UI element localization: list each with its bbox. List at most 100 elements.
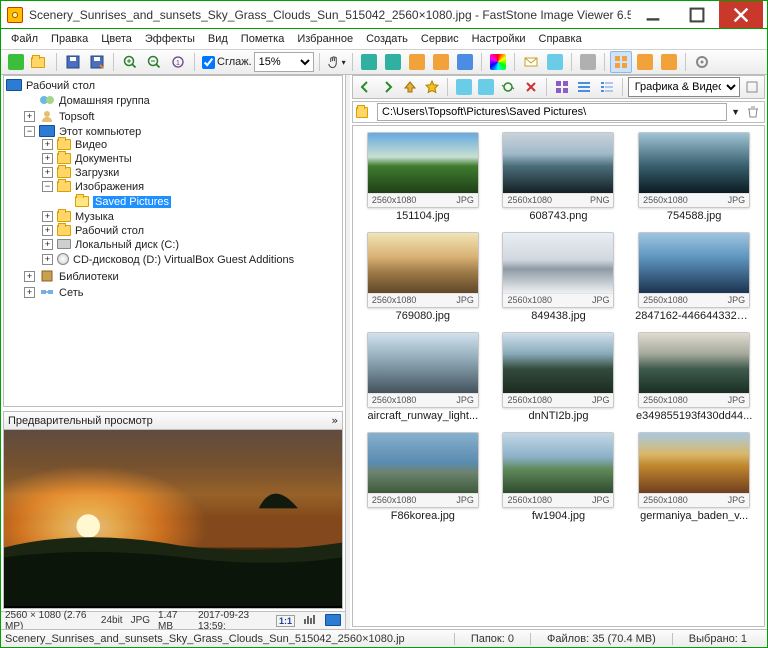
thumb-res: 2560x1080 [507, 395, 552, 405]
save-icon[interactable] [62, 51, 84, 73]
thumb-item[interactable]: 2560x1080JPG151104.jpg [359, 132, 487, 222]
menu-справка[interactable]: Справка [533, 31, 588, 47]
preview-image[interactable] [3, 429, 343, 609]
filter-settings-icon[interactable] [742, 76, 762, 98]
thumb-item[interactable]: 2560x1080JPGe349855193f430dd44... [630, 332, 758, 422]
folder-tree[interactable]: Рабочий стол Домашняя группа +Topsoft −Э… [3, 75, 343, 407]
address-input[interactable] [377, 103, 727, 121]
status-histogram-icon[interactable] [303, 613, 317, 628]
minimize-button[interactable] [631, 1, 675, 28]
thumb-item[interactable]: 2560x1080JPGfw1904.jpg [495, 432, 623, 522]
maximize-button[interactable] [675, 1, 719, 28]
save-as-icon[interactable] [86, 51, 108, 73]
tree-downloads[interactable]: Загрузки [75, 167, 119, 179]
view-full-icon[interactable] [634, 51, 656, 73]
view-list-icon[interactable] [574, 76, 594, 98]
menu-настройки[interactable]: Настройки [466, 31, 532, 47]
thumb-fmt: JPG [456, 495, 474, 505]
tree-drive-d[interactable]: CD-дисковод (D:) VirtualBox Guest Additi… [73, 254, 294, 266]
tree-drive-c[interactable]: Локальный диск (C:) [75, 239, 179, 251]
thumb-item[interactable]: 2560x1080PNG608743.png [495, 132, 623, 222]
slideshow-icon[interactable] [544, 51, 566, 73]
thumb-fmt: JPG [728, 295, 746, 305]
view-detail-icon[interactable] [596, 76, 616, 98]
thumb-item[interactable]: 2560x1080JPGdnNTI2b.jpg [495, 332, 623, 422]
tree-desktop2[interactable]: Рабочий стол [75, 225, 144, 237]
menu-эффекты[interactable]: Эффекты [139, 31, 201, 47]
smooth-checkbox[interactable]: Сглаж. [202, 56, 252, 69]
status-zoom-1to1[interactable]: 1:1 [276, 615, 295, 627]
view-grid-icon[interactable] [552, 76, 572, 98]
delete-icon[interactable] [520, 76, 540, 98]
thumb-res: 2560x1080 [507, 195, 552, 205]
main-toolbar: 1 Сглаж. 15% ▾ [1, 49, 767, 75]
rotate-right-icon[interactable] [382, 51, 404, 73]
thumb-fmt: JPG [728, 395, 746, 405]
canvas-icon[interactable] [454, 51, 476, 73]
folder-icon[interactable] [355, 103, 373, 121]
rotate-left-icon[interactable] [358, 51, 380, 73]
filter-combo[interactable]: Графика & Видео [628, 77, 740, 97]
status-format: JPG [131, 615, 150, 626]
thumb-item[interactable]: 2560x1080JPG2847162-44664433226... [630, 232, 758, 322]
crop-icon[interactable] [430, 51, 452, 73]
menu-вид[interactable]: Вид [202, 31, 234, 47]
status-screen-icon[interactable] [325, 614, 341, 627]
menu-пометка[interactable]: Пометка [235, 31, 291, 47]
tree-desktop[interactable]: Рабочий стол [26, 80, 95, 92]
close-button[interactable] [719, 1, 763, 28]
zoom-out-icon[interactable] [143, 51, 165, 73]
nav-fwd-icon[interactable] [377, 76, 397, 98]
refresh-icon[interactable] [498, 76, 518, 98]
menu-избранное[interactable]: Избранное [291, 31, 359, 47]
zoom-actual-icon[interactable]: 1 [167, 51, 189, 73]
tree-videos[interactable]: Видео [75, 139, 107, 151]
compare-icon[interactable] [577, 51, 599, 73]
tree-this-pc[interactable]: Этот компьютер [59, 126, 141, 138]
thumb-item[interactable]: 2560x1080JPG769080.jpg [359, 232, 487, 322]
footer-selected: Выбрано: 1 [672, 633, 763, 645]
tree-saved-pictures[interactable]: Saved Pictures [93, 196, 171, 208]
thumb-item[interactable]: 2560x1080JPGF86korea.jpg [359, 432, 487, 522]
settings-icon[interactable] [691, 51, 713, 73]
menu-сервис[interactable]: Сервис [415, 31, 465, 47]
acquire-icon[interactable] [5, 51, 27, 73]
thumb-item[interactable]: 2560x1080JPGgermaniya_baden_v... [630, 432, 758, 522]
menu-файл[interactable]: Файл [5, 31, 44, 47]
thumb-item[interactable]: 2560x1080JPG754588.jpg [630, 132, 758, 222]
trash-icon[interactable] [744, 103, 762, 121]
menu-цвета[interactable]: Цвета [95, 31, 138, 47]
nav-up-icon[interactable] [400, 76, 420, 98]
preview-expand-icon[interactable]: » [331, 414, 338, 427]
zoom-in-icon[interactable] [119, 51, 141, 73]
menu-создать[interactable]: Создать [360, 31, 414, 47]
favorite-icon[interactable] [422, 76, 442, 98]
thumb-name: germaniya_baden_v... [640, 510, 748, 522]
nav-back-icon[interactable] [355, 76, 375, 98]
resize-icon[interactable] [406, 51, 428, 73]
tree-user[interactable]: Topsoft [59, 111, 94, 123]
thumb-item[interactable]: 2560x1080JPG849438.jpg [495, 232, 623, 322]
tree-libraries[interactable]: Библиотеки [59, 271, 119, 283]
view-thumbs-icon[interactable] [610, 51, 632, 73]
copy-icon[interactable] [453, 76, 473, 98]
thumb-res: 2560x1080 [643, 195, 688, 205]
zoom-select[interactable]: 15% [254, 52, 314, 72]
thumb-item[interactable]: 2560x1080JPGaircraft_runway_light... [359, 332, 487, 422]
thumb-name: dnNTI2b.jpg [529, 410, 589, 422]
address-dropdown-icon[interactable]: ▼ [731, 107, 740, 117]
thumbnail-grid[interactable]: 2560x1080JPG151104.jpg2560x1080PNG608743… [352, 125, 765, 627]
hand-tool-icon[interactable]: ▾ [325, 51, 347, 73]
tree-documents[interactable]: Документы [75, 153, 132, 165]
tree-network[interactable]: Сеть [59, 287, 83, 299]
tree-music[interactable]: Музыка [75, 211, 114, 223]
menu-правка[interactable]: Правка [45, 31, 94, 47]
mail-icon[interactable] [520, 51, 542, 73]
open-icon[interactable] [29, 51, 51, 73]
color-icon[interactable] [487, 51, 509, 73]
tree-pictures[interactable]: Изображения [75, 181, 144, 193]
view-dual-icon[interactable] [658, 51, 680, 73]
tree-homegroup[interactable]: Домашняя группа [59, 95, 150, 107]
move-icon[interactable] [476, 76, 496, 98]
thumb-res: 2560x1080 [372, 295, 417, 305]
